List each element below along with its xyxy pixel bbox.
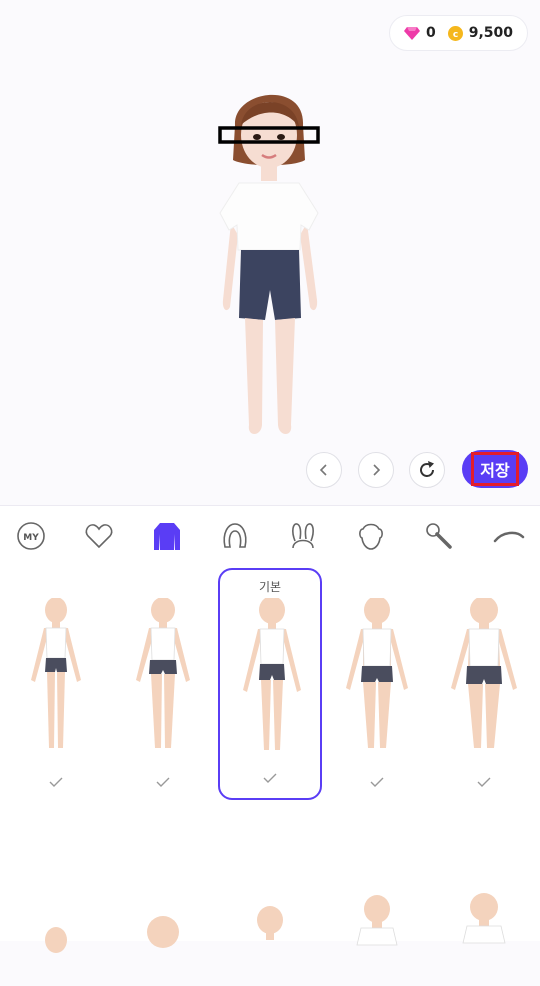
- figure-thumbnail: [451, 598, 517, 748]
- category-bar: MY: [0, 506, 540, 566]
- body-type-item-9[interactable]: [325, 891, 429, 951]
- category-face[interactable]: [354, 519, 388, 553]
- heart-icon: [85, 524, 113, 549]
- body-type-grid: 기본: [0, 566, 540, 953]
- avatar-preview: [218, 94, 320, 434]
- svg-text:MY: MY: [23, 533, 39, 543]
- avatar-stage: 0 c 9,500 저장: [0, 0, 540, 505]
- reset-button[interactable]: [409, 452, 445, 488]
- check-icon: [477, 777, 491, 787]
- category-body[interactable]: [150, 519, 184, 553]
- figure-thumbnail: [45, 927, 67, 953]
- eyebrow-icon: [493, 531, 525, 543]
- microphone-icon: [426, 523, 452, 549]
- face-icon: [359, 523, 383, 550]
- my-icon: MY: [17, 522, 45, 550]
- currency-display[interactable]: 0 c 9,500: [388, 15, 528, 51]
- gem-count: 0: [425, 25, 436, 41]
- prev-button[interactable]: [306, 452, 342, 488]
- check-icon: [370, 777, 384, 787]
- figure-thumbnail: [356, 895, 398, 946]
- coin-icon: c: [447, 25, 463, 41]
- figure-thumbnail: [346, 598, 408, 748]
- figure-thumbnail: [462, 893, 506, 944]
- hair-icon: [223, 523, 247, 548]
- body-type-item-5[interactable]: [432, 570, 536, 802]
- check-icon: [263, 773, 277, 783]
- figure-thumbnail: [31, 598, 81, 748]
- category-eyebrow[interactable]: [492, 519, 526, 553]
- body-type-item-6[interactable]: [4, 891, 108, 953]
- bunny-ears-icon: [292, 523, 314, 549]
- body-type-item-4[interactable]: [325, 570, 429, 802]
- body-type-item-3[interactable]: 기본: [218, 568, 322, 800]
- body-type-item-7[interactable]: [111, 891, 215, 951]
- figure-thumbnail: [257, 906, 283, 940]
- figure-thumbnail: [147, 916, 179, 948]
- category-favorite[interactable]: [82, 519, 116, 553]
- gem-icon: [403, 26, 420, 40]
- save-label: 저장: [471, 452, 519, 486]
- body-type-item-1[interactable]: [4, 570, 108, 802]
- coin-count: 9,500: [468, 25, 513, 41]
- body-type-item-10[interactable]: [432, 891, 536, 951]
- category-accessory[interactable]: [286, 519, 320, 553]
- chevron-right-icon: [373, 464, 381, 476]
- figure-thumbnail: [243, 598, 301, 750]
- check-icon: [156, 777, 170, 787]
- refresh-icon: [420, 461, 434, 477]
- check-icon: [49, 777, 63, 787]
- body-type-item-2[interactable]: [111, 570, 215, 802]
- chevron-left-icon: [319, 464, 327, 476]
- svg-text:c: c: [453, 30, 458, 40]
- save-button[interactable]: 저장: [462, 450, 528, 488]
- category-hair[interactable]: [218, 519, 252, 553]
- next-button[interactable]: [358, 452, 394, 488]
- category-item[interactable]: [422, 519, 456, 553]
- category-my[interactable]: MY: [14, 519, 48, 553]
- body-icon: [154, 523, 180, 550]
- body-type-item-8[interactable]: [218, 891, 322, 951]
- figure-thumbnail: [136, 598, 190, 748]
- item-label: 기본: [258, 580, 282, 594]
